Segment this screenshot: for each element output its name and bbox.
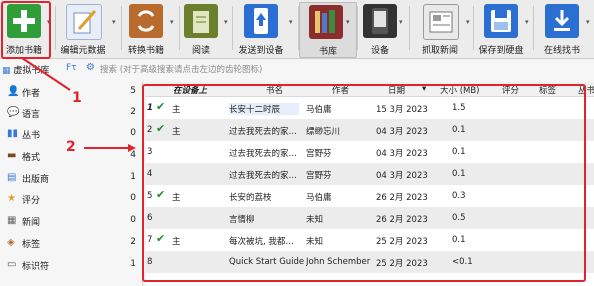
- annotation-label-1: 1: [72, 90, 82, 106]
- annotation-arrows: [21, 57, 136, 152]
- annotation-label-2: 2: [66, 139, 76, 155]
